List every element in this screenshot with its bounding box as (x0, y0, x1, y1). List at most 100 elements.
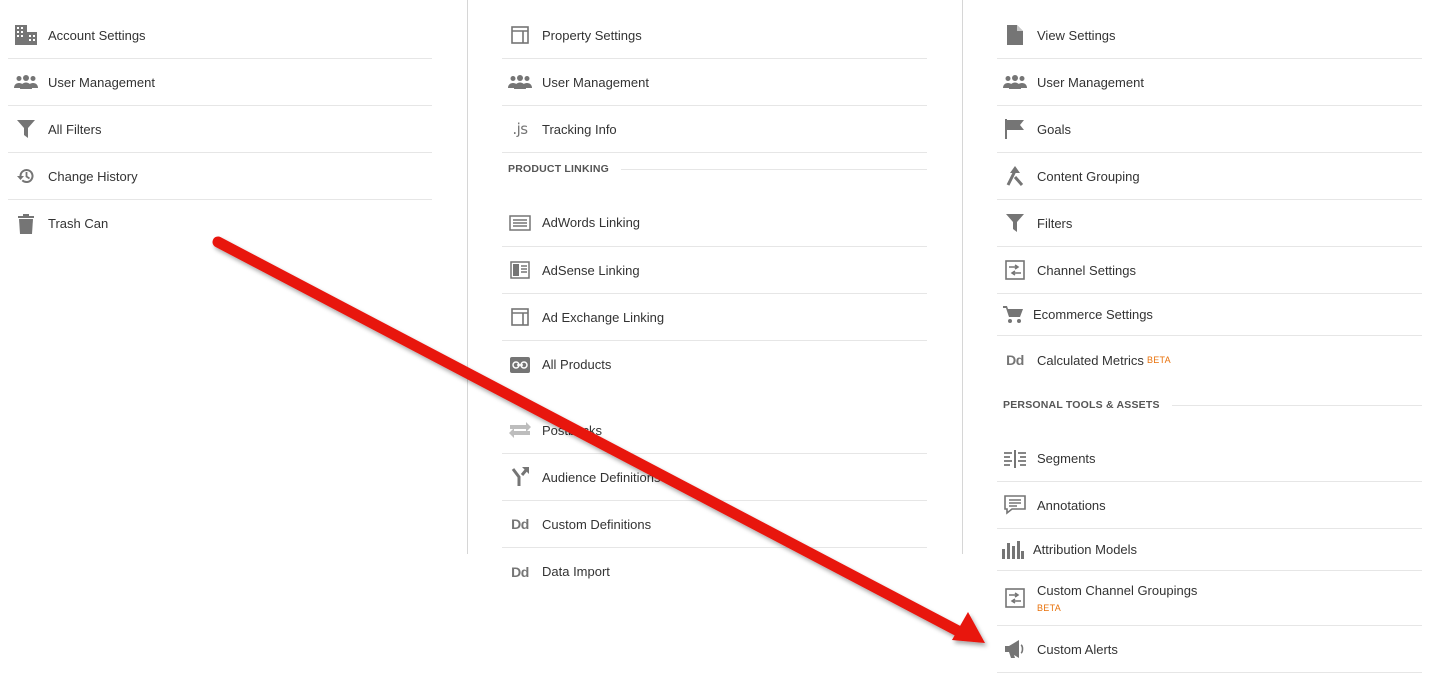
column-divider-1 (467, 0, 468, 554)
product-linking-heading: PRODUCT LINKING (502, 153, 927, 185)
section-divider (621, 168, 927, 170)
custom-channel-groupings-label: Custom Channel Groupings (1037, 583, 1198, 598)
custom-channel-groupings-text: Custom Channel Groupings BETA (1037, 583, 1197, 613)
custom-definitions-label: Custom Definitions (542, 516, 652, 532)
data-import-link[interactable]: Dd Data Import (502, 548, 927, 595)
change-history-link[interactable]: Change History (8, 153, 432, 200)
personal-tools-heading: PERSONAL TOOLS & ASSETS (997, 390, 1422, 420)
segments-label: Segments (1037, 451, 1096, 466)
all-products-link[interactable]: All Products (502, 341, 927, 388)
segments-icon (1003, 447, 1027, 471)
adsense-linking-link[interactable]: AdSense Linking (502, 247, 927, 294)
personal-tools-heading-text: PERSONAL TOOLS & ASSETS (1003, 399, 1160, 411)
trash-icon (14, 212, 38, 236)
section-divider (1171, 404, 1422, 406)
trash-can-link[interactable]: Trash Can (8, 200, 432, 247)
channel-settings-link[interactable]: Channel Settings (997, 247, 1422, 294)
content-grouping-link[interactable]: Content Grouping (997, 153, 1422, 200)
beta-badge: BETA (1037, 603, 1062, 613)
property-settings-link[interactable]: Property Settings (502, 0, 927, 59)
flag-icon (1003, 117, 1027, 141)
ad-exchange-linking-link[interactable]: Ad Exchange Linking (502, 294, 927, 341)
postbacks-link[interactable]: Postbacks (502, 388, 927, 454)
users-icon (508, 70, 532, 94)
building-icon (14, 23, 38, 47)
attribution-models-label: Attribution Models (1033, 542, 1138, 557)
content-grouping-label: Content Grouping (1037, 168, 1140, 184)
swap-arrows-icon (508, 418, 532, 442)
view-settings-label: View Settings (1037, 27, 1116, 43)
arrow-head (952, 612, 985, 643)
all-products-label: All Products (542, 357, 612, 372)
goals-label: Goals (1037, 121, 1071, 137)
filters-link[interactable]: Filters (997, 200, 1422, 247)
attribution-models-link[interactable]: Attribution Models (997, 529, 1422, 571)
adsense-icon (508, 258, 532, 282)
ad-exchange-linking-label: Ad Exchange Linking (542, 309, 665, 325)
dd-icon: Dd (511, 516, 529, 532)
annotations-link[interactable]: Annotations (997, 482, 1422, 529)
users-icon (1003, 70, 1027, 94)
adwords-linking-link[interactable]: AdWords Linking (502, 185, 927, 247)
property-user-management-label: User Management (542, 74, 649, 90)
users-icon (14, 70, 38, 94)
bar-chart-icon (1001, 538, 1025, 562)
ecommerce-settings-link[interactable]: Ecommerce Settings (997, 294, 1422, 336)
beta-badge: BETA (1146, 355, 1171, 365)
dd-icon: Dd (1006, 352, 1024, 368)
window-icon (508, 23, 532, 47)
audience-definitions-link[interactable]: Audience Definitions (502, 454, 927, 501)
view-user-management-link[interactable]: User Management (997, 59, 1422, 106)
megaphone-icon (1003, 637, 1027, 661)
audience-definitions-label: Audience Definitions (542, 469, 661, 485)
channel-icon (1003, 586, 1027, 610)
tracking-info-link[interactable]: .js Tracking Info (502, 106, 927, 153)
channel-settings-label: Channel Settings (1037, 262, 1137, 278)
channel-icon (1003, 258, 1027, 282)
trash-can-label: Trash Can (48, 216, 109, 231)
data-import-label: Data Import (542, 564, 610, 579)
account-user-management-label: User Management (48, 74, 155, 90)
document-icon (1003, 23, 1027, 47)
custom-alerts-link[interactable]: Custom Alerts (997, 626, 1422, 673)
all-filters-label: All Filters (48, 121, 102, 137)
segments-link[interactable]: Segments (997, 420, 1422, 482)
custom-channel-groupings-link[interactable]: Custom Channel Groupings BETA (997, 571, 1422, 626)
property-user-management-link[interactable]: User Management (502, 59, 927, 106)
custom-definitions-link[interactable]: Dd Custom Definitions (502, 501, 927, 548)
comment-icon (1003, 493, 1027, 517)
js-icon: .js (512, 120, 528, 138)
adwords-linking-label: AdWords Linking (542, 215, 641, 230)
property-settings-label: Property Settings (542, 27, 642, 43)
view-column: View Settings User Management Goals Cont… (997, 0, 1422, 673)
adsense-linking-label: AdSense Linking (542, 262, 640, 278)
custom-alerts-label: Custom Alerts (1037, 641, 1118, 657)
postbacks-label: Postbacks (542, 422, 602, 438)
goals-link[interactable]: Goals (997, 106, 1422, 153)
view-settings-link[interactable]: View Settings (997, 0, 1422, 59)
filter-icon (1003, 211, 1027, 235)
calculated-metrics-link[interactable]: Dd Calculated Metrics BETA (997, 336, 1422, 384)
column-divider-2 (962, 0, 963, 554)
calculated-metrics-label: Calculated Metrics (1037, 352, 1144, 368)
merge-icon (1003, 164, 1027, 188)
history-icon (14, 164, 38, 188)
product-linking-heading-text: PRODUCT LINKING (508, 163, 609, 175)
adwords-icon (508, 211, 532, 235)
all-filters-link[interactable]: All Filters (8, 106, 432, 153)
change-history-label: Change History (48, 168, 138, 184)
ecommerce-settings-label: Ecommerce Settings (1033, 307, 1153, 322)
account-column: Account Settings User Management All Fil… (8, 0, 432, 247)
cart-icon (1001, 303, 1025, 327)
fork-icon (508, 465, 532, 489)
annotations-label: Annotations (1037, 497, 1106, 513)
account-user-management-link[interactable]: User Management (8, 59, 432, 106)
tracking-info-label: Tracking Info (542, 121, 617, 137)
link-icon (508, 353, 532, 377)
property-column: Property Settings User Management .js Tr… (502, 0, 927, 595)
dd-icon: Dd (511, 563, 529, 580)
account-settings-label: Account Settings (48, 27, 146, 43)
filter-icon (14, 117, 38, 141)
window-icon (508, 305, 532, 329)
account-settings-link[interactable]: Account Settings (8, 0, 432, 59)
